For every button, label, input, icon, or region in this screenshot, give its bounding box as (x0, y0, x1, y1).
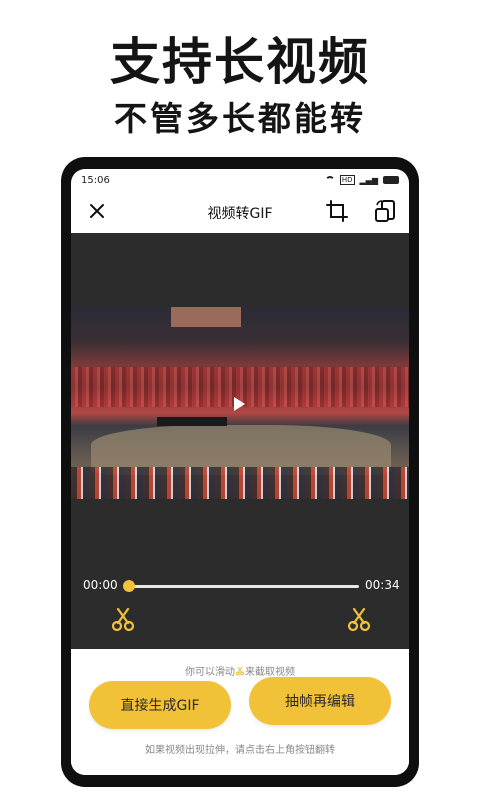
trim-hint: 你可以滑动 来截取视频 (71, 663, 409, 678)
wifi-icon (324, 176, 335, 184)
generate-gif-button[interactable]: 直接生成GIF (89, 681, 231, 729)
page-title: 视频转GIF (207, 206, 273, 222)
phone-screen: 15:06 HD ▂▄▆ 视频转GIF 00:00 00:34 你可以滑动 来截… (71, 169, 409, 775)
video-preview[interactable] (71, 307, 409, 499)
hd-icon: HD (339, 175, 355, 185)
court-banner (157, 417, 227, 426)
bottom-panel: 你可以滑动 来截取视频 直接生成GIF 抽帧再编辑 如果视频出现拉伸，请点击右上角… (71, 649, 409, 775)
promo-subtitle: 不管多长都能转 (114, 99, 366, 138)
extract-frames-button[interactable]: 抽帧再编辑 (249, 677, 391, 725)
trim-handle[interactable] (123, 580, 135, 592)
crop-icon[interactable] (325, 199, 349, 223)
signal-icon: ▂▄▆ (359, 175, 378, 185)
start-time: 00:00 (83, 578, 118, 592)
video-area: 00:00 00:34 (71, 233, 409, 649)
status-bar: 15:06 HD ▂▄▆ (71, 169, 409, 191)
play-icon[interactable] (234, 397, 245, 411)
scissors-end-icon[interactable] (345, 605, 373, 633)
trim-hint-before: 你可以滑动 (185, 667, 235, 678)
status-icons: HD ▂▄▆ (324, 175, 399, 185)
phone-frame: 15:06 HD ▂▄▆ 视频转GIF 00:00 00:34 你可以滑动 来截… (61, 157, 419, 787)
scissors-start-icon[interactable] (109, 605, 137, 633)
promo-title: 支持长视频 (110, 33, 370, 91)
battery-icon (383, 176, 399, 184)
status-time: 15:06 (81, 174, 110, 186)
rotate-icon[interactable] (373, 198, 399, 224)
arena-crowd (71, 467, 409, 499)
stretch-hint: 如果视频出现拉伸，请点击右上角按钮翻转 (145, 745, 335, 756)
scissors-hint-icon (235, 666, 245, 676)
app-bar: 视频转GIF (71, 191, 409, 233)
end-time: 00:34 (365, 578, 400, 592)
trim-track[interactable] (127, 585, 359, 588)
scoreboard (171, 307, 241, 327)
